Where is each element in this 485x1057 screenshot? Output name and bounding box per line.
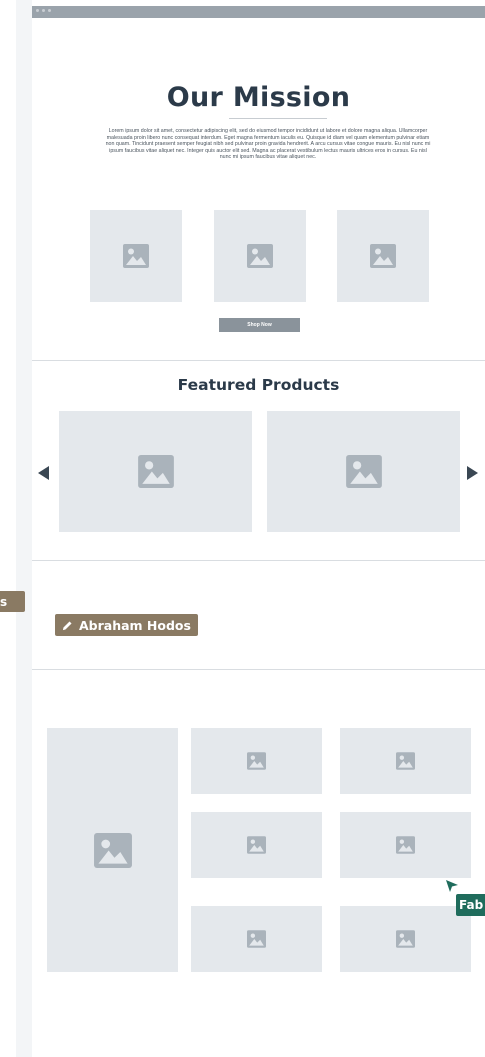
window-dot (36, 9, 39, 12)
image-placeholder-icon (396, 930, 415, 948)
collaborator-tag-right-label: Fab (459, 898, 484, 912)
image-placeholder-icon (93, 832, 132, 868)
featured-product-image-1[interactable] (59, 411, 252, 532)
collaborator-tag-left: s (0, 591, 25, 612)
browser-top-bar (32, 6, 485, 18)
title-underline (229, 118, 327, 119)
image-placeholder-icon (137, 455, 174, 488)
window-dots (36, 9, 51, 12)
chevron-left-icon[interactable] (38, 466, 49, 480)
mission-image-2[interactable] (214, 210, 306, 302)
mission-body-text: Lorem ipsum dolor sit amet, consectetur … (105, 128, 431, 161)
image-placeholder-icon (396, 836, 415, 854)
left-gutter (0, 0, 16, 1057)
image-placeholder-icon (247, 836, 266, 854)
shop-now-button[interactable]: Shop Now (219, 318, 300, 332)
editor-presence-tag: Abraham Hodos (55, 614, 198, 636)
window-dot (42, 9, 45, 12)
gallery-image[interactable] (340, 906, 471, 972)
gallery-image[interactable] (340, 812, 471, 878)
image-placeholder-icon (247, 244, 273, 268)
cursor-arrow-icon (446, 880, 458, 892)
pencil-icon (62, 620, 72, 630)
image-placeholder-icon (370, 244, 396, 268)
gallery-image[interactable] (340, 728, 471, 794)
window-dot (48, 9, 51, 12)
mission-image-3[interactable] (337, 210, 429, 302)
editor-name: Abraham Hodos (79, 617, 191, 633)
section-divider (32, 560, 485, 561)
image-placeholder-icon (345, 455, 382, 488)
gallery-image[interactable] (191, 728, 322, 794)
mission-title: Our Mission (166, 82, 351, 113)
collaborator-tag-right: Fab (456, 894, 485, 916)
featured-product-image-2[interactable] (267, 411, 460, 532)
gallery-image[interactable] (191, 906, 322, 972)
section-divider (32, 360, 485, 361)
canvas-page: Our Mission Lorem ipsum dolor sit amet, … (32, 0, 485, 1057)
collaborator-tag-left-label: s (0, 594, 8, 609)
image-placeholder-icon (247, 930, 266, 948)
mission-image-1[interactable] (90, 210, 182, 302)
image-placeholder-icon (396, 752, 415, 770)
gallery-large-image[interactable] (47, 728, 178, 972)
featured-products-title: Featured Products (177, 376, 340, 394)
gallery-image[interactable] (191, 812, 322, 878)
image-placeholder-icon (247, 752, 266, 770)
chevron-right-icon[interactable] (467, 466, 478, 480)
image-placeholder-icon (123, 244, 149, 268)
section-divider (32, 669, 485, 670)
